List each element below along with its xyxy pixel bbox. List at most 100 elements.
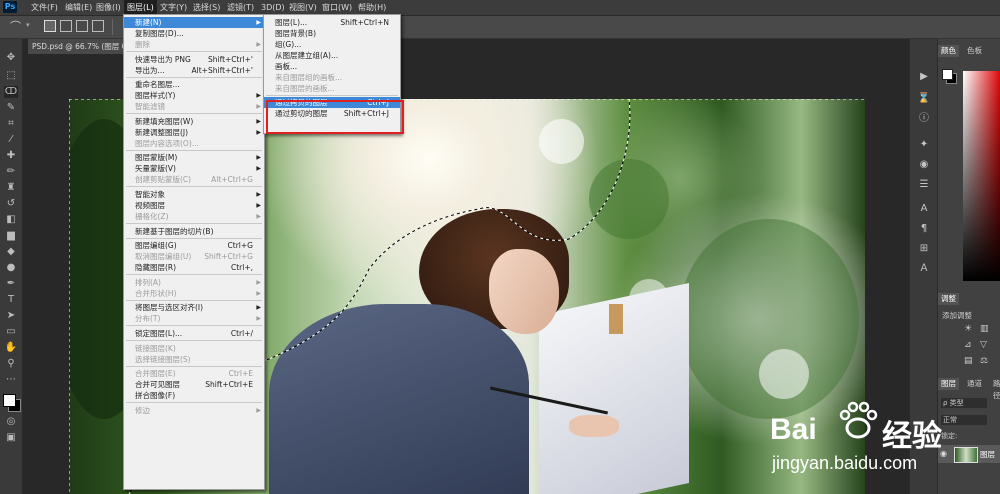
layer-menu-item[interactable]: 合并可见图层 Shift+Ctrl+E <box>124 379 264 390</box>
layer-menu-item[interactable]: 新建调整图层(J) ▶ <box>124 127 264 138</box>
layer-menu-item-label: 复制图层(D)... <box>135 29 184 38</box>
tab-layers[interactable]: 图层 <box>938 378 959 390</box>
new-submenu-item[interactable]: 图层(L)... Shift+Ctrl+N <box>264 17 400 28</box>
levels-icon[interactable]: ▥ <box>980 324 989 334</box>
tab-color[interactable]: 颜色 <box>938 45 959 57</box>
color-picker-field[interactable] <box>963 71 1000 281</box>
clone-source-icon[interactable]: ◉ <box>917 159 931 171</box>
brightness-icon[interactable]: ☀ <box>964 324 972 334</box>
layer-menu-item[interactable]: 重命名图层... <box>124 79 264 90</box>
marquee-tool-icon[interactable]: ⬚ <box>4 70 18 82</box>
layer-menu-item-label: 合并形状(H) <box>135 288 177 298</box>
layer-menu-item[interactable]: 图层编组(G) Ctrl+G <box>124 240 264 251</box>
layer-menu-item[interactable]: 复制图层(D)... <box>124 28 264 39</box>
new-submenu-item[interactable]: 组(G)... <box>264 39 400 50</box>
dodge-tool-icon[interactable]: ● <box>4 262 18 274</box>
character-icon[interactable]: A <box>917 203 931 215</box>
layer-menu-item-label: 创建剪贴蒙版(C) <box>135 175 192 185</box>
layer-menu-item[interactable]: 矢量蒙版(V) ▶ <box>124 163 264 174</box>
paragraph-icon[interactable]: ¶ <box>917 223 931 235</box>
menubar-item-5[interactable]: 选择(S) <box>190 0 223 15</box>
menubar-item-2[interactable]: 图像(I) <box>93 0 124 15</box>
new-submenu-item[interactable]: 图层背景(B) <box>264 28 400 39</box>
hsl-icon[interactable]: ▤ <box>964 356 973 366</box>
tab-adjustments[interactable]: 调整 <box>938 293 959 305</box>
baidu-watermark: Bai 经验 jingyan.baidu.com <box>770 401 995 491</box>
history-brush-icon[interactable]: ↺ <box>4 198 18 210</box>
color-balance-icon[interactable]: ⚖ <box>980 356 988 366</box>
subtract-selection-icon[interactable] <box>76 20 88 32</box>
tab-swatches[interactable]: 色板 <box>964 45 985 57</box>
move-tool-icon[interactable]: ✥ <box>4 52 18 64</box>
menubar-item-0[interactable]: 文件(F) <box>28 0 61 15</box>
layer-menu-item[interactable]: 图层蒙版(M) ▶ <box>124 152 264 163</box>
document-tab-title: PSD.psd @ 66.7% (图层 0, R <box>32 42 128 51</box>
layer-menu-item[interactable]: 导出为... Alt+Shift+Ctrl+' <box>124 65 264 76</box>
crop-tool-icon[interactable]: ⌗ <box>4 118 18 130</box>
menubar-item-10[interactable]: 帮助(H) <box>355 0 389 15</box>
styles-icon[interactable]: Ａ <box>917 263 931 275</box>
menubar-item-8[interactable]: 视图(V) <box>286 0 320 15</box>
properties-icon[interactable]: ☰ <box>917 179 931 191</box>
brush-tool-icon[interactable]: ✏ <box>4 166 18 178</box>
layer-menu-item[interactable]: 快速导出为 PNG Shift+Ctrl+' <box>124 54 264 65</box>
eyedropper-tool-icon[interactable]: ⁄ <box>4 134 18 146</box>
layer-menu-item[interactable]: 新建基于图层的切片(B) <box>124 226 264 237</box>
layer-menu-item[interactable]: 视频图层 ▶ <box>124 200 264 211</box>
layer-menu-item[interactable]: 图层样式(Y) ▶ <box>124 90 264 101</box>
type-tool-icon[interactable]: T <box>4 294 18 306</box>
eraser-tool-icon[interactable]: ◧ <box>4 214 18 226</box>
layer-menu-item-shortcut: Shift+Ctrl+' <box>207 54 253 64</box>
layer-menu-item[interactable]: 拼合图像(F) <box>124 390 264 401</box>
clone-stamp-icon[interactable]: ♜ <box>4 182 18 194</box>
tool-preset-dropdown-icon[interactable]: ▾ <box>26 21 30 29</box>
gradient-tool-icon[interactable]: ▆ <box>4 230 18 242</box>
screen-mode-icon[interactable]: ▣ <box>4 432 18 444</box>
menubar-item-4[interactable]: 文字(Y) <box>157 0 190 15</box>
layer-menu-item[interactable]: 新建填充图层(W) ▶ <box>124 116 264 127</box>
new-submenu-item[interactable]: 画板... <box>264 61 400 72</box>
info-icon[interactable]: ⓘ <box>917 113 931 125</box>
blur-tool-icon[interactable]: ◆ <box>4 246 18 258</box>
menu-separator <box>126 299 262 301</box>
new-selection-icon[interactable] <box>44 20 56 32</box>
lasso-tool-icon[interactable]: ⌒ <box>10 21 24 33</box>
foreground-swatch[interactable] <box>942 69 953 80</box>
tab-channels[interactable]: 通道 <box>964 378 985 390</box>
layer-menu-item: 排列(A) ▶ <box>124 277 264 288</box>
new-submenu-item[interactable]: 从图层建立组(A)... <box>264 50 400 61</box>
add-selection-icon[interactable] <box>60 20 72 32</box>
menubar-item-7[interactable]: 3D(D) <box>258 0 288 15</box>
menubar-item-6[interactable]: 滤镜(T) <box>224 0 257 15</box>
document-tab[interactable]: PSD.psd @ 66.7% (图层 0, R <box>28 39 128 54</box>
menubar-item-1[interactable]: 编辑(E) <box>62 0 95 15</box>
layer-menu-item[interactable]: 锁定图层(L)... Ctrl+/ <box>124 328 264 339</box>
history-icon[interactable]: ⌛ <box>917 93 931 105</box>
pen-tool-icon[interactable]: ✒ <box>4 278 18 290</box>
intersect-selection-icon[interactable] <box>92 20 104 32</box>
tab-paths[interactable]: 路径 <box>990 378 1000 400</box>
curves-icon[interactable]: ⊿ <box>964 340 972 350</box>
vibrance-icon[interactable]: ▽ <box>980 340 987 350</box>
quick-mask-icon[interactable]: ◎ <box>4 416 18 428</box>
quick-selection-tool-icon[interactable]: ✎ <box>4 102 18 114</box>
layer-menu-item[interactable]: 将图层与选区对齐(I) ▶ <box>124 302 264 313</box>
foreground-color-swatch[interactable] <box>3 394 16 407</box>
submenu-arrow-icon: ▶ <box>256 128 261 136</box>
hand-tool-icon[interactable]: ✋ <box>4 342 18 354</box>
edit-toolbar-icon[interactable]: ⋯ <box>4 374 18 386</box>
play-icon[interactable]: ▶ <box>917 71 931 83</box>
brush-settings-icon[interactable]: ✦ <box>917 139 931 151</box>
healing-brush-icon[interactable]: ✚ <box>4 150 18 162</box>
zoom-tool-icon[interactable]: ⚲ <box>4 358 18 370</box>
menubar-item-3[interactable]: 图层(L) <box>124 0 157 15</box>
layer-menu-item[interactable]: 新建(N) ▶ <box>124 17 264 28</box>
rectangle-tool-icon[interactable]: ▭ <box>4 326 18 338</box>
layer-menu-item-shortcut: Ctrl+/ <box>230 329 253 338</box>
glyphs-icon[interactable]: ⊞ <box>917 243 931 255</box>
path-selection-icon[interactable]: ➤ <box>4 310 18 322</box>
menubar-item-9[interactable]: 窗口(W) <box>319 0 355 15</box>
layer-menu-item[interactable]: 智能对象 ▶ <box>124 189 264 200</box>
layer-menu-item[interactable]: 隐藏图层(R) Ctrl+, <box>124 262 264 273</box>
lasso-tool-icon[interactable]: ↀ <box>4 86 18 98</box>
